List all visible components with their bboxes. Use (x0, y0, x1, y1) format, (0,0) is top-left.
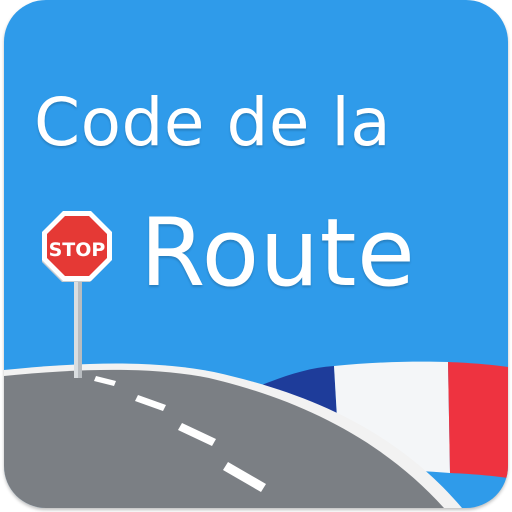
title-line-2: Route (140, 199, 416, 308)
stop-sign-text: STOP (49, 239, 106, 261)
title-line-1: Code de la (34, 84, 392, 161)
stop-sign-icon: STOP (42, 211, 112, 378)
app-icon: STOP Code de la Route (4, 0, 508, 508)
sign-pole-shadow (78, 282, 82, 378)
flag-red-stripe (448, 362, 508, 478)
